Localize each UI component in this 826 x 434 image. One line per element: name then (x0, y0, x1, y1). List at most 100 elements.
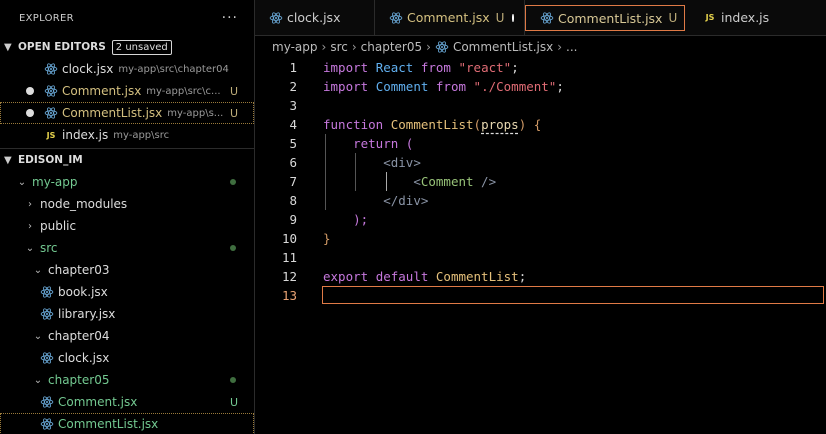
breadcrumb-item[interactable]: src (330, 40, 348, 54)
open-editors-title: OPEN EDITORS (18, 41, 106, 53)
keyword: from (435, 79, 467, 94)
more-actions-icon[interactable]: ··· (222, 10, 238, 26)
punct: ( (405, 136, 414, 151)
param: props (481, 117, 519, 132)
tree-label: library.jsx (58, 307, 116, 321)
open-editor-comment[interactable]: Comment.jsx my-app\src\c... U (0, 80, 254, 102)
code-line: 3 (255, 96, 826, 115)
workspace-title: EDISON_IM (18, 154, 83, 166)
code-line: 6 <div> (255, 153, 826, 172)
breadcrumb-item[interactable]: chapter05 (361, 40, 422, 54)
tree-label: public (40, 219, 77, 233)
unsaved-dot-icon[interactable] (26, 87, 34, 95)
tree-label: chapter05 (48, 373, 110, 387)
tree-folder-chapter03[interactable]: ⌄ chapter03 (0, 259, 254, 281)
tab-label: CommentList.jsx (558, 10, 663, 26)
code-line: 13 (255, 286, 826, 305)
line-number: 5 (289, 136, 297, 151)
chevron-down-icon[interactable]: ▼ (4, 155, 18, 166)
chevron-down-icon: ⌄ (33, 374, 43, 386)
tree-folder-chapter05[interactable]: ⌄ chapter05 (0, 369, 254, 391)
modified-dot-icon (230, 377, 236, 383)
open-editor-index[interactable]: JS index.js my-app\src (0, 124, 254, 146)
chevron-right-icon: › (426, 40, 431, 54)
react-icon (269, 11, 283, 24)
breadcrumb-item[interactable]: my-app (272, 40, 318, 54)
code-line: 11 (255, 248, 826, 267)
tree-label: chapter04 (48, 329, 110, 343)
open-editors-section[interactable]: ▼ OPEN EDITORS 2 unsaved (0, 36, 254, 58)
line-number: 11 (281, 250, 297, 265)
tree-label: clock.jsx (58, 351, 110, 365)
chevron-right-icon: › (28, 220, 32, 232)
workspace-section[interactable]: ▼ EDISON_IM (0, 148, 254, 171)
react-icon (40, 396, 54, 408)
line-number: 6 (289, 155, 297, 170)
tree-file-book[interactable]: book.jsx (0, 281, 254, 303)
line-number: 1 (289, 60, 297, 75)
code-line: 5 return ( (255, 134, 826, 153)
js-file-icon: JS (705, 13, 715, 22)
chevron-right-icon: › (351, 40, 357, 54)
code-editor[interactable]: 1 import React from "react"; 2 import Co… (255, 58, 826, 434)
react-icon (40, 286, 54, 298)
tree-folder-src[interactable]: ⌄ src (0, 237, 254, 259)
code-line: 9 ); (255, 210, 826, 229)
chevron-right-icon: › (557, 40, 563, 54)
tab-commentlist[interactable]: CommentList.jsx U (525, 5, 685, 31)
tab-label: Comment.jsx (407, 10, 490, 25)
unsaved-dot-icon[interactable] (512, 13, 514, 22)
react-icon (44, 85, 58, 97)
code-line: 1 import React from "react"; (255, 58, 826, 77)
tree-file-clock[interactable]: clock.jsx (0, 347, 254, 369)
tab-index[interactable]: JS index.js (689, 0, 789, 35)
code-line: 10 } (255, 229, 826, 248)
tab-comment[interactable]: Comment.jsx U (375, 0, 525, 35)
tree-file-comment[interactable]: Comment.jsx U (0, 391, 254, 413)
open-editor-name: index.js (62, 128, 109, 142)
identifier: React (375, 60, 414, 75)
untracked-status: U (495, 10, 505, 25)
unsaved-dot-icon[interactable] (26, 109, 34, 117)
explorer-header: EXPLORER ··· (0, 0, 254, 36)
punct: } (323, 231, 331, 246)
open-editor-commentlist[interactable]: CommentList.jsx my-app\s... U (0, 102, 254, 124)
tree-file-library[interactable]: library.jsx (0, 303, 254, 325)
open-editor-name: CommentList.jsx (62, 106, 163, 120)
code-line: 4 function CommentList(props) { (255, 115, 826, 134)
chevron-down-icon: ⌄ (33, 264, 43, 276)
breadcrumb-item[interactable]: CommentList.jsx (453, 40, 553, 54)
open-editor-name: Comment.jsx (62, 84, 142, 98)
tree-folder-node-modules[interactable]: › node_modules (0, 193, 254, 215)
punct: ( (473, 117, 482, 132)
chevron-right-icon: › (28, 198, 32, 210)
react-icon (40, 352, 54, 364)
tree-file-commentlist[interactable]: CommentList.jsx (0, 413, 254, 434)
open-editor-path: my-app\src (113, 129, 170, 141)
tree-folder-public[interactable]: › public (0, 215, 254, 237)
chevron-down-icon[interactable]: ▼ (4, 42, 18, 53)
tree-folder-chapter04[interactable]: ⌄ chapter04 (0, 325, 254, 347)
keyword: default (375, 269, 429, 284)
open-editor-path: my-app\s... (167, 107, 224, 119)
tab-clock[interactable]: clock.jsx (255, 0, 375, 35)
chevron-right-icon: › (321, 40, 327, 54)
open-editor-clock[interactable]: clock.jsx my-app\src\chapter04 (0, 58, 254, 80)
tree-folder-my-app[interactable]: ⌄ my-app (0, 171, 254, 193)
line-number: 9 (289, 212, 297, 227)
keyword: import (323, 60, 369, 75)
punct: ) (518, 117, 527, 132)
tree-label: my-app (32, 175, 78, 189)
react-icon (435, 41, 449, 53)
breadcrumb: my-app › src › chapter05 › CommentList.j… (255, 36, 826, 58)
explorer-sidebar: EXPLORER ··· ▼ OPEN EDITORS 2 unsaved cl… (0, 0, 255, 434)
react-icon (540, 12, 554, 24)
chevron-down-icon: ⌄ (17, 176, 27, 188)
code-line: 7 <Comment /> (255, 172, 826, 191)
breadcrumb-item[interactable]: ... (566, 40, 577, 54)
string: "./Comment" (473, 79, 557, 94)
chevron-down-icon: ⌄ (33, 330, 43, 342)
punct: ; (556, 79, 564, 94)
function-name: CommentList (390, 117, 474, 132)
modified-dot-icon (230, 245, 236, 251)
